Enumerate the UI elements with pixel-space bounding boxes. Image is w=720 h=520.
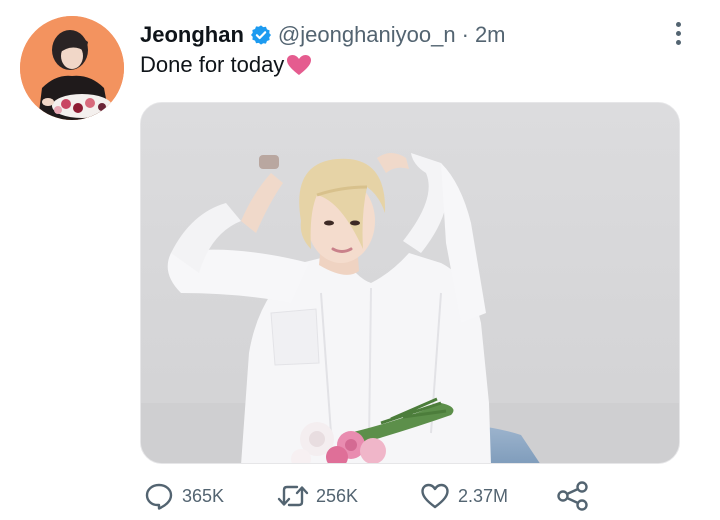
share-icon xyxy=(556,479,590,513)
tweet-timestamp[interactable]: 2m xyxy=(475,22,506,48)
retweet-count: 256K xyxy=(316,485,359,506)
like-count: 2.37M xyxy=(458,485,509,506)
verified-badge-icon xyxy=(250,24,272,46)
retweet-button[interactable]: 256K xyxy=(276,478,358,514)
share-button[interactable] xyxy=(556,478,590,514)
more-vertical-icon[interactable] xyxy=(664,18,692,48)
reply-count: 365K xyxy=(182,485,225,506)
retweet-icon xyxy=(276,479,310,513)
heart-icon xyxy=(418,479,452,513)
author-handle[interactable]: @jeonghaniyoo_n xyxy=(278,22,456,48)
like-button[interactable]: 2.37M xyxy=(418,478,508,514)
tweet-photo[interactable] xyxy=(140,102,680,464)
separator-dot: · xyxy=(461,22,469,47)
tweet-text: Done for today xyxy=(140,52,312,78)
tweet-header: Jeonghan @jeonghaniyoo_n · 2m xyxy=(140,18,506,52)
tweet-action-bar: 365K 256K 2.37M xyxy=(140,478,680,514)
author-name[interactable]: Jeonghan xyxy=(140,22,244,48)
tweet-text-content: Done for today xyxy=(140,52,285,77)
reply-button[interactable]: 365K xyxy=(142,478,224,514)
reply-icon xyxy=(142,479,176,513)
avatar[interactable] xyxy=(20,16,124,120)
pink-heart-emoji xyxy=(286,54,312,76)
